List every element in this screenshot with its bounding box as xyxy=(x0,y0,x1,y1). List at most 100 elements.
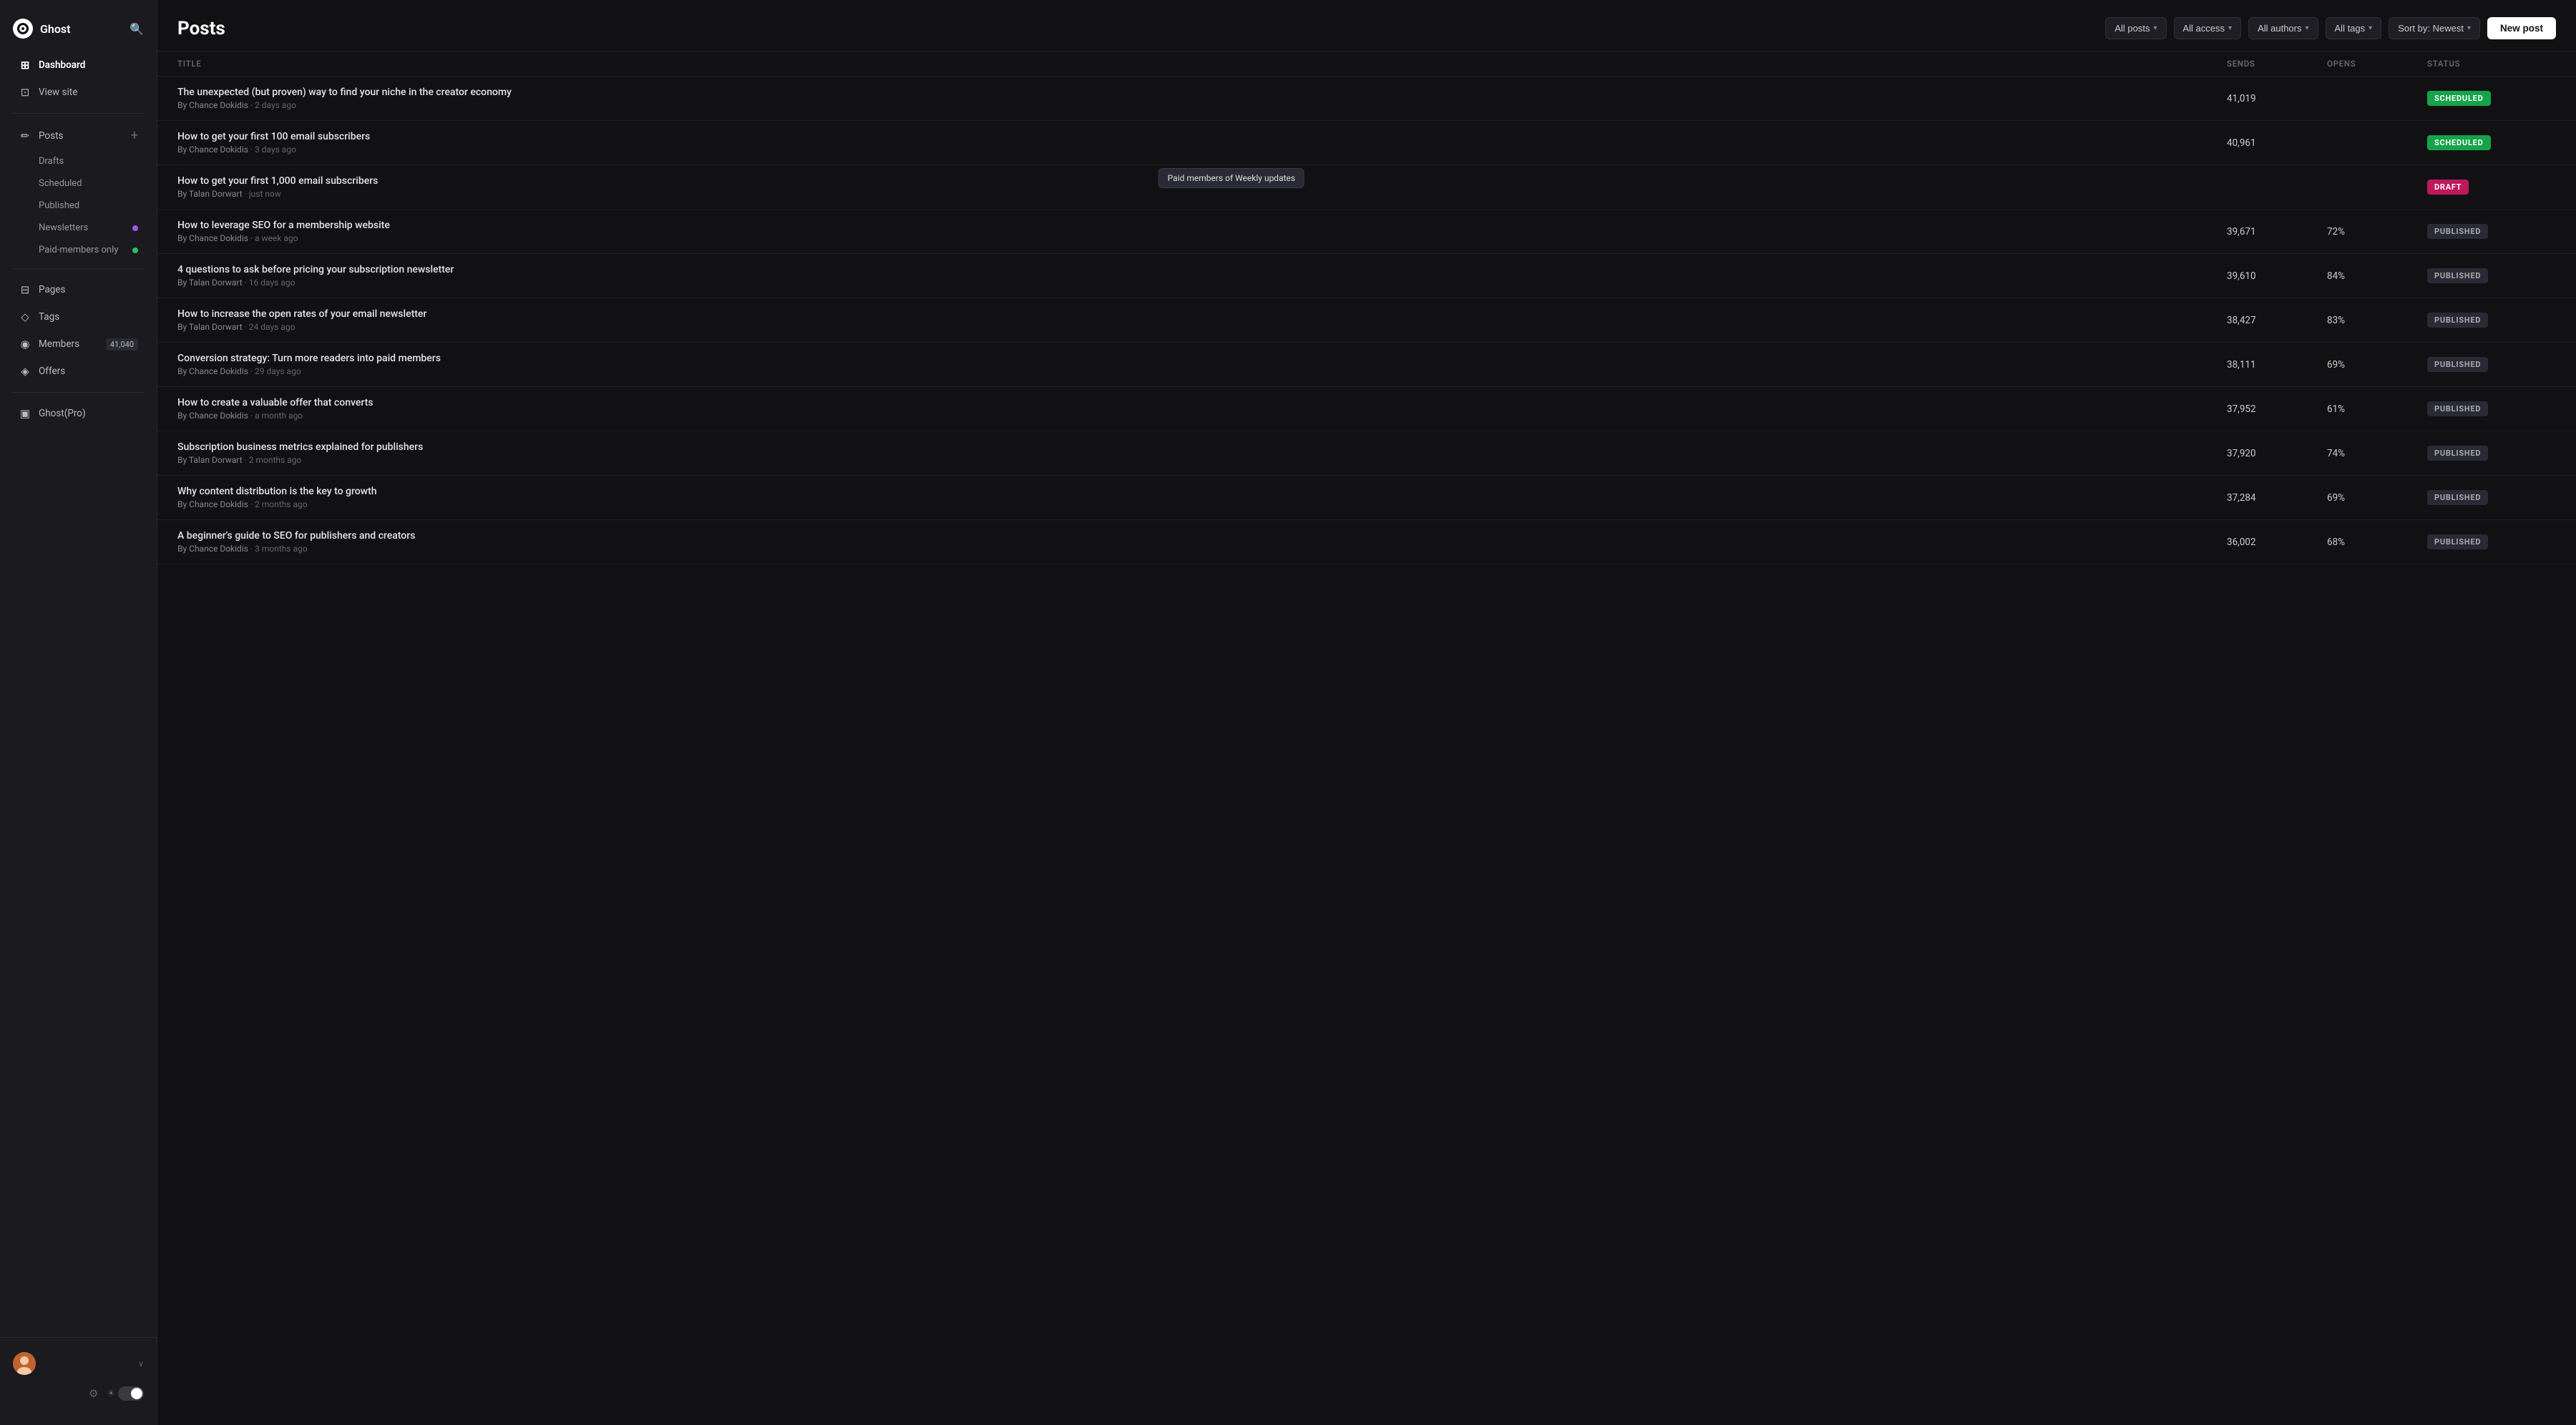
sidebar-nav-offers[interactable]: ◈ Offers xyxy=(6,358,151,384)
post-title-cell: 4 questions to ask before pricing your s… xyxy=(177,264,2227,288)
status-badge: PUBLISHED xyxy=(2427,446,2488,461)
post-title: 4 questions to ask before pricing your s… xyxy=(177,264,2227,275)
table-row[interactable]: How to leverage SEO for a membership web… xyxy=(157,210,2576,254)
settings-icon[interactable]: ⚙ xyxy=(89,1387,98,1400)
add-post-icon[interactable]: + xyxy=(131,128,138,143)
all-posts-filter[interactable]: All posts ▾ xyxy=(2105,17,2166,39)
post-title: Subscription business metrics explained … xyxy=(177,441,2227,453)
table-row[interactable]: A beginner's guide to SEO for publishers… xyxy=(157,520,2576,564)
new-post-button[interactable]: New post xyxy=(2487,17,2556,39)
sidebar-item-newsletters[interactable]: Newsletters xyxy=(6,217,151,238)
sidebar-item-paid-members-only[interactable]: Paid-members only xyxy=(6,240,151,260)
app-logo[interactable]: Ghost 🔍 xyxy=(0,13,157,52)
all-authors-filter[interactable]: All authors ▾ xyxy=(2248,17,2318,39)
table-row[interactable]: Conversion strategy: Turn more readers i… xyxy=(157,343,2576,387)
post-status: PUBLISHED xyxy=(2427,313,2556,328)
all-tags-filter[interactable]: All tags ▾ xyxy=(2326,17,2382,39)
chevron-down-icon: ▾ xyxy=(2467,24,2471,32)
status-badge: PUBLISHED xyxy=(2427,401,2488,416)
post-title-cell: The unexpected (but proven) way to find … xyxy=(177,87,2227,110)
theme-toggle[interactable]: ☀ xyxy=(107,1386,144,1401)
post-author: By Talan Dorwart xyxy=(177,278,243,288)
post-status: PUBLISHED xyxy=(2427,490,2556,505)
post-meta: By Chance Dokidis · a week ago xyxy=(177,233,2227,243)
post-status: SCHEDULED xyxy=(2427,135,2556,150)
sidebar-divider-2 xyxy=(13,268,144,269)
post-title: How to increase the open rates of your e… xyxy=(177,308,2227,320)
status-badge: PUBLISHED xyxy=(2427,268,2488,283)
header-controls: All posts ▾ All access ▾ All authors ▾ A… xyxy=(2105,17,2556,39)
post-opens: 83% xyxy=(2327,315,2427,326)
post-sends: 40,961 xyxy=(2227,137,2327,149)
sidebar-nav-tags[interactable]: ◇ Tags xyxy=(6,304,151,330)
col-sends: SENDS xyxy=(2227,59,2327,69)
table-row[interactable]: Subscription business metrics explained … xyxy=(157,431,2576,476)
post-title-cell: How to get your first 100 email subscrib… xyxy=(177,131,2227,155)
post-meta: By Talan Dorwart · 16 days ago xyxy=(177,278,2227,288)
chevron-down-icon: ▾ xyxy=(2368,24,2372,32)
main-content: Posts All posts ▾ All access ▾ All autho… xyxy=(157,0,2576,1425)
all-access-filter[interactable]: All access ▾ xyxy=(2174,17,2242,39)
sidebar-nav-dashboard[interactable]: ⊞ Dashboard xyxy=(6,52,151,78)
post-meta: By Talan Dorwart · just now xyxy=(177,189,2227,199)
sidebar-item-scheduled[interactable]: Scheduled xyxy=(6,173,151,194)
sidebar-nav-posts[interactable]: ✏ Posts + xyxy=(6,122,151,150)
post-time: · 29 days ago xyxy=(250,366,301,376)
post-title: A beginner's guide to SEO for publishers… xyxy=(177,530,2227,542)
sidebar-divider-1 xyxy=(13,113,144,114)
post-sends: 41,019 xyxy=(2227,93,2327,104)
post-title-cell: How to get your first 1,000 email subscr… xyxy=(177,175,2227,199)
post-title-cell: Why content distribution is the key to g… xyxy=(177,486,2227,509)
table-row[interactable]: The unexpected (but proven) way to find … xyxy=(157,77,2576,121)
post-title: How to get your first 100 email subscrib… xyxy=(177,131,2227,142)
post-status: PUBLISHED xyxy=(2427,401,2556,416)
sidebar-item-published[interactable]: Published xyxy=(6,195,151,216)
sidebar-nav-view-site[interactable]: ⊡ View site xyxy=(6,79,151,105)
post-opens: 72% xyxy=(2327,226,2427,238)
post-sends: 39,610 xyxy=(2227,270,2327,282)
table-row[interactable]: How to create a valuable offer that conv… xyxy=(157,387,2576,431)
post-opens: 69% xyxy=(2327,492,2427,504)
view-site-icon: ⊡ xyxy=(19,86,31,99)
newsletters-dot xyxy=(132,225,138,231)
sidebar-nav-members[interactable]: ◉ Members 41,040 xyxy=(6,331,151,357)
table-row[interactable]: How to get your first 1,000 email subscr… xyxy=(157,165,2576,210)
user-menu[interactable]: ∨ xyxy=(0,1345,157,1382)
post-author: By Chance Dokidis xyxy=(177,499,248,509)
post-opens: 74% xyxy=(2327,448,2427,459)
post-time: · 3 months ago xyxy=(250,544,308,554)
sidebar-item-drafts[interactable]: Drafts xyxy=(6,151,151,172)
dashboard-icon: ⊞ xyxy=(19,59,31,72)
post-time: · 2 months ago xyxy=(245,455,302,465)
post-author: By Chance Dokidis xyxy=(177,100,248,110)
search-icon[interactable]: 🔍 xyxy=(130,22,144,36)
table-row[interactable]: How to increase the open rates of your e… xyxy=(157,298,2576,343)
post-sends: 38,427 xyxy=(2227,315,2327,326)
post-sends: 37,952 xyxy=(2227,403,2327,415)
post-sends: 36,002 xyxy=(2227,537,2327,548)
posts-table: TITLE SENDS OPENS STATUS The unexpected … xyxy=(157,52,2576,1425)
table-row[interactable]: Why content distribution is the key to g… xyxy=(157,476,2576,520)
post-title: How to get your first 1,000 email subscr… xyxy=(177,175,2227,187)
sidebar-nav-pages[interactable]: ⊟ Pages xyxy=(6,277,151,303)
tags-label: Tags xyxy=(39,311,59,323)
sort-filter[interactable]: Sort by: Newest ▾ xyxy=(2389,17,2480,39)
table-row[interactable]: 4 questions to ask before pricing your s… xyxy=(157,254,2576,298)
post-meta: By Chance Dokidis · 29 days ago xyxy=(177,366,2227,376)
offers-label: Offers xyxy=(39,366,65,377)
post-opens: 84% xyxy=(2327,270,2427,282)
sidebar-bottom-icons: ⚙ ☀ xyxy=(0,1382,157,1405)
table-row[interactable]: How to get your first 100 email subscrib… xyxy=(157,121,2576,165)
table-header: TITLE SENDS OPENS STATUS xyxy=(157,52,2576,77)
posts-label: Posts xyxy=(39,130,63,142)
post-author: By Chance Dokidis xyxy=(177,366,248,376)
post-sends: 38,111 xyxy=(2227,359,2327,371)
status-badge: SCHEDULED xyxy=(2427,91,2491,106)
post-sends: 37,920 xyxy=(2227,448,2327,459)
col-opens: OPENS xyxy=(2327,59,2427,69)
post-author: By Talan Dorwart xyxy=(177,455,243,465)
sidebar-nav-ghost-pro[interactable]: ▣ Ghost(Pro) xyxy=(6,401,151,426)
post-title: Why content distribution is the key to g… xyxy=(177,486,2227,497)
post-author: By Talan Dorwart xyxy=(177,189,243,199)
post-title: How to create a valuable offer that conv… xyxy=(177,397,2227,408)
